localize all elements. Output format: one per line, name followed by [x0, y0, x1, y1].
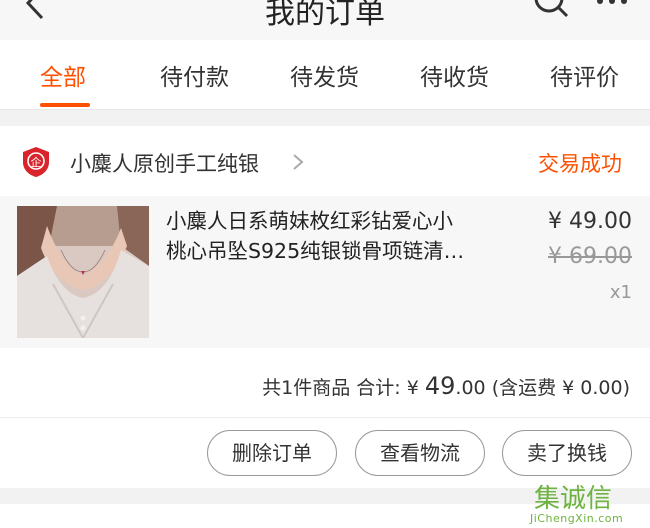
view-logistics-button[interactable]: 查看物流 [355, 430, 485, 476]
item-original-price: ¥ 69.00 [548, 244, 632, 269]
watermark-logo: 集诚信 JiChengXin.com [530, 478, 646, 526]
tab-pending-receipt[interactable]: 待收货 [420, 58, 489, 92]
summary-text: 共1件商品 合计: ¥ 49.00 (含运费 ¥ 0.00) [262, 372, 630, 400]
summary-currency: ¥ [406, 377, 419, 399]
tab-pending-payment[interactable]: 待付款 [160, 58, 229, 92]
item-quantity: x1 [609, 282, 632, 303]
order-card: 企 小麋人原创手工纯银 交易成功 小麋人日系萌妹枚红彩钻爱心小 桃心吊坠S925… [0, 126, 650, 488]
order-status: 交易成功 [538, 152, 622, 176]
tab-pending-review[interactable]: 待评价 [550, 58, 619, 92]
shop-shield-logo: 企 [23, 147, 49, 177]
resell-button[interactable]: 卖了换钱 [502, 430, 632, 476]
summary-total-dec: .00 [455, 377, 486, 399]
shop-logo-char: 企 [31, 155, 42, 169]
watermark-chars: 集诚信 [534, 484, 613, 514]
summary-count: 共1件商品 合计: [262, 377, 401, 399]
product-title-line1: 小麋人日系萌妹枚红彩钻爱心小 [166, 209, 453, 233]
summary-total-int: 49 [424, 372, 456, 400]
summary-shipping: (含运费 ¥ 0.00) [491, 377, 630, 399]
more-dots-icon[interactable] [594, 0, 630, 8]
product-title[interactable]: 小麋人日系萌妹枚红彩钻爱心小 桃心吊坠S925纯银锁骨项链清… [166, 206, 504, 266]
order-item[interactable]: 小麋人日系萌妹枚红彩钻爱心小 桃心吊坠S925纯银锁骨项链清… ¥ 49.00 … [0, 196, 650, 348]
tab-pending-shipment[interactable]: 待发货 [290, 58, 359, 92]
product-image [17, 206, 149, 338]
tab-all[interactable]: 全部 [40, 58, 86, 92]
search-icon[interactable] [532, 0, 572, 22]
item-price: ¥ 49.00 [548, 209, 632, 234]
shop-name[interactable]: 小麋人原创手工纯银 [70, 148, 259, 178]
active-tab-indicator [40, 103, 90, 107]
product-title-line2: 桃心吊坠S925纯银锁骨项链清… [166, 239, 465, 263]
nav-bar: 我的订单 [0, 0, 650, 40]
order-summary: 共1件商品 合计: ¥ 49.00 (含运费 ¥ 0.00) [0, 348, 650, 418]
watermark-site: JiChengXin.com [530, 512, 624, 525]
product-thumbnail[interactable] [17, 206, 149, 338]
chevron-right-icon [293, 154, 304, 170]
shop-header[interactable]: 企 小麋人原创手工纯银 交易成功 [0, 126, 650, 196]
delete-order-button[interactable]: 删除订单 [207, 430, 337, 476]
order-tabs: 全部 待付款 待发货 待收货 待评价 [0, 40, 650, 110]
